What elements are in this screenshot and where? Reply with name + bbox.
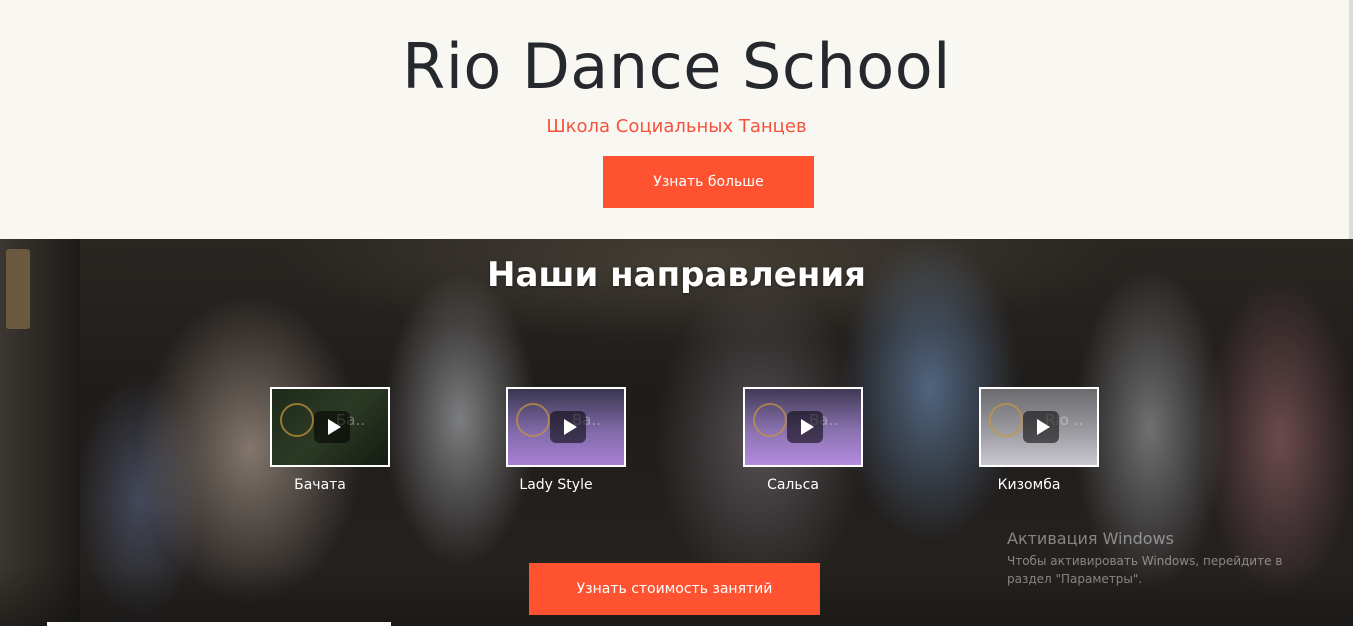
learn-more-button[interactable]: Узнать больше [603, 156, 814, 208]
video-caption-salsa: Сальса [767, 477, 819, 493]
video-bachata[interactable]: Ба.. [270, 387, 390, 467]
play-icon[interactable] [787, 411, 823, 443]
video-salsa[interactable]: Ва.. [743, 387, 863, 467]
hero-section: Rio Dance School Школа Социальных Танцев… [0, 0, 1353, 239]
school-logo-icon [989, 403, 1023, 437]
scrollbar[interactable] [1349, 0, 1353, 239]
site-title: Rio Dance School [402, 30, 951, 103]
windows-activation-watermark: Активация Windows Чтобы активировать Win… [1007, 529, 1327, 588]
site-subtitle: Школа Социальных Танцев [546, 116, 807, 137]
play-icon[interactable] [314, 411, 350, 443]
video-caption-bachata: Бачата [294, 477, 346, 493]
price-button[interactable]: Узнать стоимость занятий [529, 563, 820, 615]
video-kizomba[interactable]: Rio .. [979, 387, 1099, 467]
bottom-divider [47, 622, 391, 626]
video-lady-style[interactable]: Ва.. [506, 387, 626, 467]
video-caption-kizomba: Кизомба [997, 477, 1061, 493]
play-icon[interactable] [1023, 411, 1059, 443]
directions-heading: Наши направления [487, 255, 866, 295]
directions-section: Наши направления Ба.. Бачата Ва.. Lady S… [0, 239, 1353, 626]
activation-title: Активация Windows [1007, 529, 1174, 548]
school-logo-icon [280, 403, 314, 437]
school-logo-icon [753, 403, 787, 437]
school-logo-icon [516, 403, 550, 437]
activation-text: Чтобы активировать Windows, перейдите в … [1007, 554, 1283, 586]
play-icon[interactable] [550, 411, 586, 443]
video-caption-lady-style: Lady Style [519, 477, 593, 493]
